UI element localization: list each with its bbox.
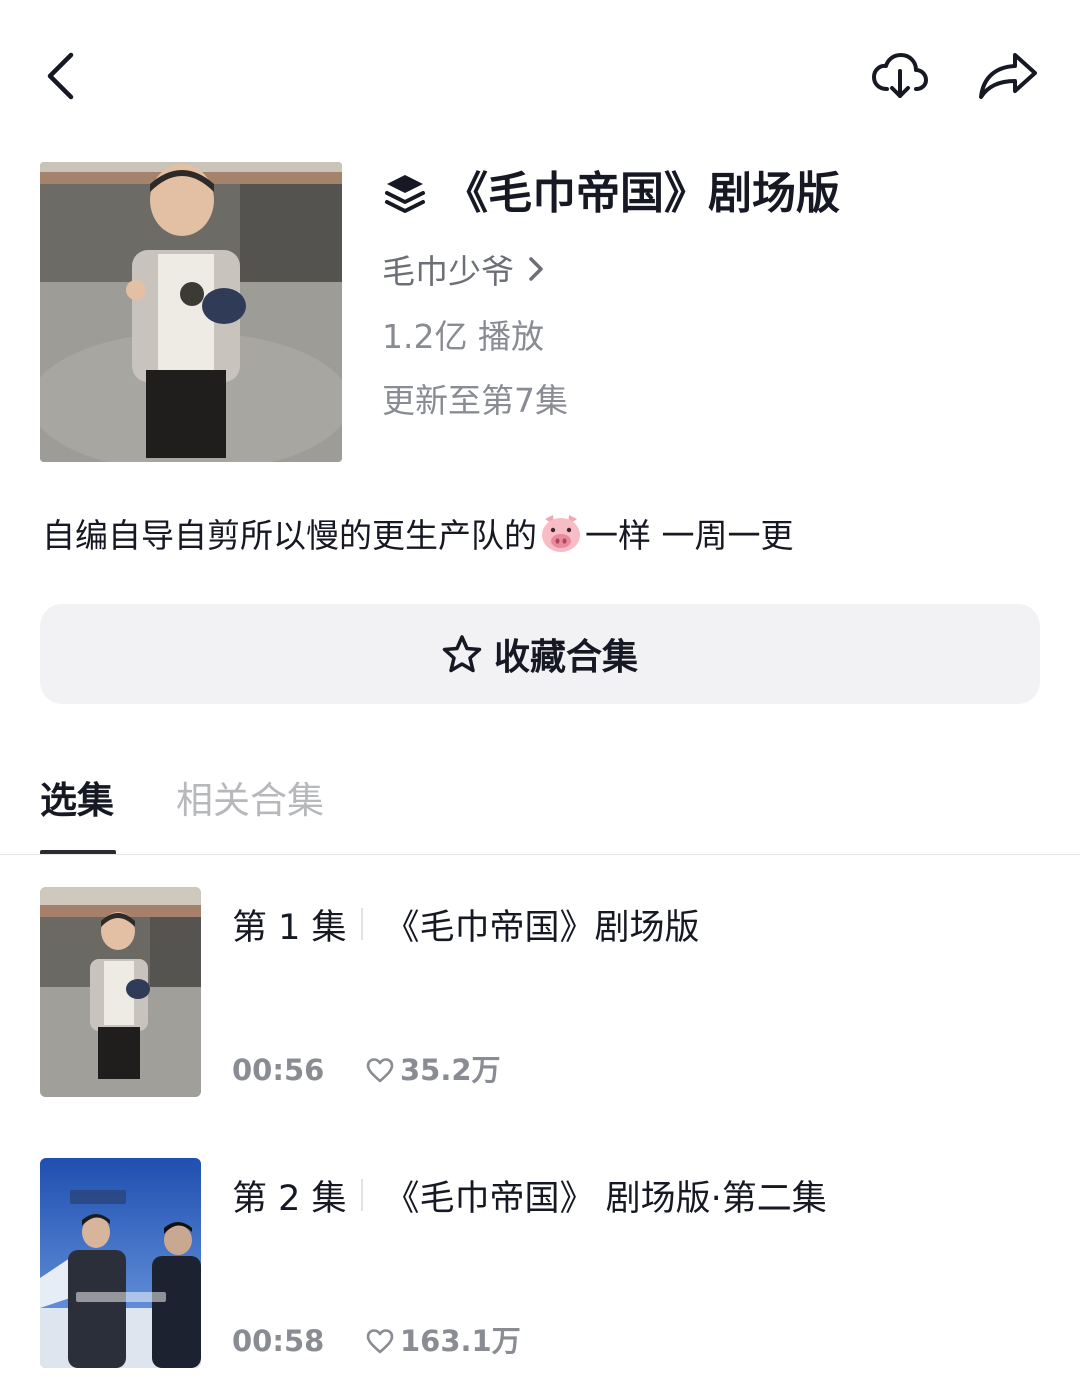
tab-related-collections[interactable]: 相关合集: [176, 774, 324, 828]
episode-title: 《毛巾帝国》剧场版: [384, 907, 700, 948]
star-icon: [442, 634, 482, 674]
likes-count: 35.2万: [400, 1053, 501, 1087]
chevron-right-icon: [528, 256, 544, 282]
episode-duration: 00:56: [232, 1053, 325, 1087]
tab-divider: [0, 854, 1080, 855]
collect-collection-button[interactable]: 收藏合集: [40, 604, 1040, 704]
episode-title: 《毛巾帝国》 剧场版·第二集: [384, 1178, 827, 1219]
episode-likes: 35.2万: [366, 1050, 501, 1090]
episode-likes: 163.1万: [366, 1321, 521, 1361]
series-cover-image[interactable]: [40, 162, 342, 462]
description-text: 自编自导自剪所以慢的更生产队的: [42, 516, 537, 555]
author-name: 毛巾少爷: [382, 252, 514, 291]
share-icon: [979, 53, 1037, 99]
title-separator: [360, 1179, 363, 1211]
episode-title-row: 第 2 集 《毛巾帝国》 剧场版·第二集: [232, 1167, 827, 1223]
download-icon: [872, 53, 928, 98]
episode-number: 第 1 集: [232, 907, 347, 948]
episode-title-row: 第 1 集 《毛巾帝国》剧场版: [232, 896, 700, 952]
tab-episodes[interactable]: 选集: [40, 774, 114, 828]
series-title: 《毛巾帝国》剧场版: [444, 168, 840, 219]
collection-layers-icon: [384, 172, 426, 216]
episode-thumbnail[interactable]: [40, 1158, 201, 1368]
episode-thumbnail[interactable]: [40, 887, 201, 1097]
update-status: 更新至第7集: [382, 381, 568, 420]
back-button[interactable]: [36, 46, 84, 106]
pig-face-emoji: [539, 511, 583, 555]
series-description: 自编自导自剪所以慢的更生产队的 一样 一周一更: [42, 505, 794, 561]
collect-label: 收藏合集: [493, 637, 638, 678]
share-button[interactable]: [972, 44, 1044, 108]
heart-icon: [366, 1327, 394, 1355]
download-button[interactable]: [866, 44, 934, 108]
author-link[interactable]: 毛巾少爷: [382, 244, 544, 294]
back-icon: [47, 52, 74, 100]
play-count: 1.2亿 播放: [382, 317, 544, 356]
title-separator: [360, 908, 363, 940]
likes-count: 163.1万: [400, 1324, 521, 1358]
heart-icon: [366, 1056, 394, 1084]
episode-duration: 00:58: [232, 1324, 325, 1358]
episode-number: 第 2 集: [232, 1178, 347, 1219]
description-text-suffix: 一样 一周一更: [585, 516, 794, 555]
